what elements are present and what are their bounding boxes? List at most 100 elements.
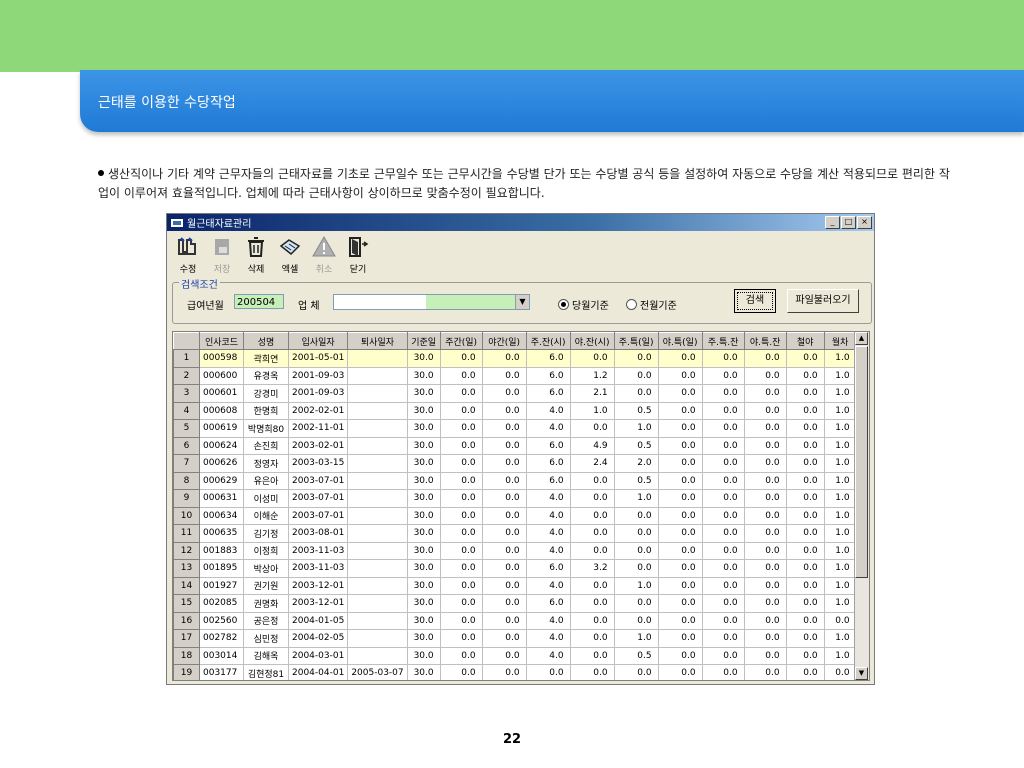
table-cell[interactable]: 0.0 <box>481 594 527 613</box>
table-cell[interactable]: 000600 <box>199 366 244 385</box>
table-row[interactable]: 9 000631 이성미 2003-07-01 30.0 0.0 0.0 4.0 0.0 1.0 0… <box>173 489 857 508</box>
table-row[interactable]: 16 002560 공은정 2004-01-05 30.0 0.0 0.0 4.0 0.0 0.0… <box>173 611 857 630</box>
table-cell[interactable]: 0.0 <box>525 664 571 680</box>
table-cell[interactable]: 0.0 <box>613 541 659 560</box>
table-cell[interactable]: 2.1 <box>569 384 615 403</box>
table-cell[interactable]: 김현정81 <box>243 664 289 680</box>
table-cell[interactable]: 0.0 <box>439 559 483 578</box>
table-cell[interactable]: 0.0 <box>701 489 745 508</box>
table-cell[interactable]: 4.0 <box>525 629 571 648</box>
table-cell[interactable]: 0.0 <box>657 594 703 613</box>
table-cell[interactable]: 2.0 <box>613 454 659 473</box>
table-cell[interactable]: 0.0 <box>785 541 825 560</box>
table-cell[interactable]: 0.0 <box>439 576 483 595</box>
table-cell[interactable]: 0.0 <box>613 594 659 613</box>
table-cell[interactable]: 한명희 <box>243 401 289 420</box>
table-cell[interactable]: 0.0 <box>657 559 703 578</box>
table-cell[interactable]: 0.0 <box>743 454 787 473</box>
table-cell[interactable]: 000601 <box>199 384 244 403</box>
table-cell[interactable]: 0.5 <box>613 401 659 420</box>
table-cell[interactable]: 0.0 <box>743 401 787 420</box>
row-number[interactable]: 16 <box>173 611 200 630</box>
table-cell[interactable]: 0.0 <box>613 366 659 385</box>
table-cell[interactable]: 000608 <box>199 401 244 420</box>
table-cell[interactable]: 0.5 <box>613 646 659 665</box>
table-cell[interactable]: 이성미 <box>243 489 289 508</box>
table-cell[interactable]: 2003-11-03 <box>287 541 349 560</box>
table-cell[interactable]: 1.0 <box>823 629 857 648</box>
table-cell[interactable]: 4.0 <box>525 576 571 595</box>
table-cell[interactable]: 0.0 <box>785 611 825 630</box>
table-cell[interactable] <box>347 436 408 455</box>
table-cell[interactable]: 0.0 <box>657 524 703 543</box>
table-cell[interactable]: 0.0 <box>743 559 787 578</box>
table-cell[interactable] <box>347 611 408 630</box>
table-cell[interactable] <box>347 489 408 508</box>
table-cell[interactable]: 0.0 <box>481 384 527 403</box>
attendance-grid[interactable]: 인사코드 성명 입사일자 퇴사일자 기준일 주간(일) 야간(일) 주.잔(시) 야.잔(시) 주… <box>172 331 870 681</box>
column-header[interactable]: 기준일 <box>406 332 441 350</box>
table-cell[interactable]: 4.0 <box>525 489 571 508</box>
row-number[interactable]: 14 <box>173 576 200 595</box>
table-cell[interactable]: 003177 <box>199 664 244 680</box>
table-cell[interactable]: 2003-12-01 <box>287 594 349 613</box>
row-number[interactable]: 1 <box>173 349 200 368</box>
table-cell[interactable]: 0.0 <box>439 629 483 648</box>
row-number[interactable]: 5 <box>173 419 200 438</box>
column-header[interactable]: 야간(일) <box>481 332 527 350</box>
table-cell[interactable]: 박상아 <box>243 559 289 578</box>
table-cell[interactable]: 0.0 <box>657 541 703 560</box>
table-cell[interactable]: 0.0 <box>701 436 745 455</box>
table-cell[interactable]: 4.0 <box>525 506 571 525</box>
table-cell[interactable]: 0.0 <box>657 629 703 648</box>
table-row[interactable]: 8 000629 유은아 2003-07-01 30.0 0.0 0.0 6.0 0.0 0.5 0… <box>173 471 857 490</box>
table-cell[interactable]: 0.0 <box>785 646 825 665</box>
table-cell[interactable]: 0.0 <box>569 524 615 543</box>
table-cell[interactable]: 0.0 <box>569 611 615 630</box>
table-row[interactable]: 12 001883 이정희 2003-11-03 30.0 0.0 0.0 4.0 0.0 0.0… <box>173 541 857 560</box>
table-cell[interactable]: 0.0 <box>439 401 483 420</box>
table-cell[interactable]: 001927 <box>199 576 244 595</box>
table-cell[interactable]: 000598 <box>199 349 244 368</box>
row-number[interactable]: 6 <box>173 436 200 455</box>
table-cell[interactable]: 0.0 <box>701 646 745 665</box>
minimize-button[interactable]: _ <box>825 216 840 229</box>
table-cell[interactable]: 0.0 <box>701 471 745 490</box>
table-cell[interactable]: 1.0 <box>823 384 857 403</box>
table-cell[interactable]: 0.0 <box>481 629 527 648</box>
vertical-scrollbar[interactable]: ▲ ▼ <box>854 332 869 680</box>
table-cell[interactable]: 0.0 <box>481 489 527 508</box>
table-cell[interactable]: 0.0 <box>743 436 787 455</box>
table-cell[interactable]: 0.0 <box>701 506 745 525</box>
table-cell[interactable]: 0.0 <box>569 349 615 368</box>
table-cell[interactable]: 0.0 <box>439 646 483 665</box>
column-header[interactable]: 주.잔(시) <box>525 332 571 350</box>
table-row[interactable]: 14 001927 권기원 2003-12-01 30.0 0.0 0.0 4.0 0.0 1.0… <box>173 576 857 595</box>
table-cell[interactable]: 0.0 <box>569 646 615 665</box>
table-cell[interactable]: 0.0 <box>569 541 615 560</box>
table-cell[interactable] <box>347 576 408 595</box>
table-cell[interactable]: 2003-11-03 <box>287 559 349 578</box>
table-cell[interactable]: 1.0 <box>823 436 857 455</box>
save-button[interactable]: 저장 <box>205 234 239 275</box>
import-file-button[interactable]: 파일불러오기 <box>787 289 859 313</box>
table-cell[interactable]: 0.0 <box>743 611 787 630</box>
table-cell[interactable]: 공은정 <box>243 611 289 630</box>
table-cell[interactable]: 2002-02-01 <box>287 401 349 420</box>
table-cell[interactable]: 1.0 <box>823 349 857 368</box>
row-number[interactable]: 4 <box>173 401 200 420</box>
table-cell[interactable]: 0.0 <box>701 629 745 648</box>
table-cell[interactable]: 0.0 <box>481 349 527 368</box>
table-cell[interactable]: 0.0 <box>481 506 527 525</box>
table-cell[interactable]: 0.0 <box>569 664 615 680</box>
table-cell[interactable]: 0.0 <box>785 489 825 508</box>
table-cell[interactable]: 0.0 <box>657 489 703 508</box>
table-cell[interactable] <box>347 349 408 368</box>
table-cell[interactable]: 30.0 <box>406 524 441 543</box>
table-cell[interactable]: 0.0 <box>657 384 703 403</box>
column-header[interactable]: 입사일자 <box>287 332 349 350</box>
table-cell[interactable]: 0.0 <box>569 629 615 648</box>
table-cell[interactable]: 4.9 <box>569 436 615 455</box>
table-cell[interactable]: 1.0 <box>823 489 857 508</box>
table-row[interactable]: 4 000608 한명희 2002-02-01 30.0 0.0 0.0 4.0 1.0 0.5 0… <box>173 401 857 420</box>
